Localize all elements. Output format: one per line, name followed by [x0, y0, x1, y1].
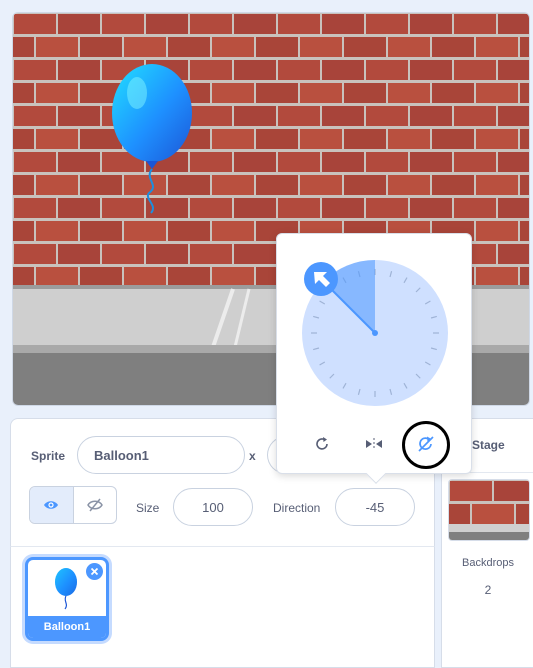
sprite-tile-label: Balloon1	[28, 616, 106, 638]
flip-left-right-icon	[366, 438, 382, 450]
direction-handle[interactable]	[304, 262, 338, 296]
direction-popover	[276, 233, 473, 484]
rotate-all-around-icon	[316, 437, 328, 450]
backdrops-count: 2	[484, 583, 492, 597]
sprite-list-panel: Balloon1	[10, 546, 435, 668]
direction-label: Direction	[273, 501, 321, 515]
backdrop-thumbnail[interactable]	[448, 479, 530, 541]
left-right-button[interactable]	[360, 430, 388, 458]
dont-rotate-icon	[418, 436, 434, 452]
size-label: Size	[136, 501, 160, 515]
sprite-name-input[interactable]: Balloon1	[77, 436, 245, 474]
eye-crossed-icon	[86, 498, 103, 512]
x-label: x	[249, 449, 256, 463]
direction-dial[interactable]	[277, 234, 473, 424]
all-around-button[interactable]	[308, 430, 336, 458]
eye-icon	[44, 501, 59, 509]
dont-rotate-button[interactable]	[412, 430, 440, 458]
close-icon	[90, 567, 99, 576]
show-sprite-button[interactable]	[30, 487, 73, 523]
sprite-tile-balloon1[interactable]: Balloon1	[25, 557, 109, 641]
backdrop-preview	[449, 480, 529, 540]
direction-input[interactable]: -45	[335, 488, 415, 526]
stage-title: Stage	[472, 438, 505, 452]
hide-sprite-button[interactable]	[72, 487, 117, 523]
size-input[interactable]: 100	[173, 488, 253, 526]
backdrops-label: Backdrops	[462, 557, 514, 569]
visibility-toggle	[29, 486, 117, 524]
scratch-editor: Sprite Balloon1 x Size 100 Direction -45	[0, 0, 533, 668]
delete-sprite-button[interactable]	[86, 563, 103, 580]
sprite-label: Sprite	[31, 449, 66, 463]
